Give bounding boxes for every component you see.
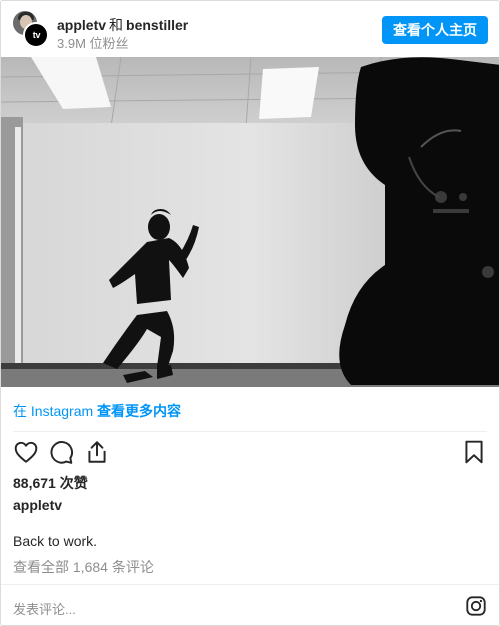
divider xyxy=(1,584,499,585)
view-all-comments-link[interactable]: 查看全部 1,684 条评论 xyxy=(13,557,154,577)
follower-count: 3.9M 位粉丝 xyxy=(57,36,129,51)
instagram-embed-card: tv appletv和benstiller 3.9M 位粉丝 查看个人主页 xyxy=(0,0,500,626)
account-joiner: 和 xyxy=(109,17,124,33)
avatar-badge-text: tv xyxy=(32,30,41,40)
view-more-on-instagram-link[interactable]: 在 Instagram 查看更多内容 xyxy=(13,401,181,421)
post-author[interactable]: appletv xyxy=(13,497,62,513)
post-header: tv appletv 和 benstiller 3.9M 位粉丝 查看个人主页 xyxy=(1,1,499,57)
share-icon[interactable] xyxy=(84,439,110,465)
post-photo[interactable] xyxy=(1,57,499,387)
divider xyxy=(13,431,487,432)
view-more-suffix: 查看更多内容 xyxy=(97,403,182,419)
instagram-icon[interactable] xyxy=(465,595,487,617)
bookmark-icon[interactable] xyxy=(461,439,487,465)
account-link-appletv[interactable]: appletv xyxy=(57,17,106,33)
account-names: appletv 和 benstiller xyxy=(57,15,188,35)
add-comment-input[interactable]: 发表评论... xyxy=(13,599,76,618)
account-link-benstiller[interactable]: benstiller xyxy=(126,17,188,33)
avatar-appletv[interactable]: tv xyxy=(23,22,49,48)
post-caption: Back to work. xyxy=(13,533,98,549)
post-photo-image xyxy=(1,57,499,387)
like-count[interactable]: 88,671 次赞 xyxy=(13,473,88,493)
view-more-prefix: 在 Instagram xyxy=(13,403,94,419)
avatar-group[interactable]: tv xyxy=(12,10,50,48)
comment-icon[interactable] xyxy=(48,439,74,465)
heart-icon[interactable] xyxy=(13,439,39,465)
view-profile-button[interactable]: 查看个人主页 xyxy=(382,16,488,44)
